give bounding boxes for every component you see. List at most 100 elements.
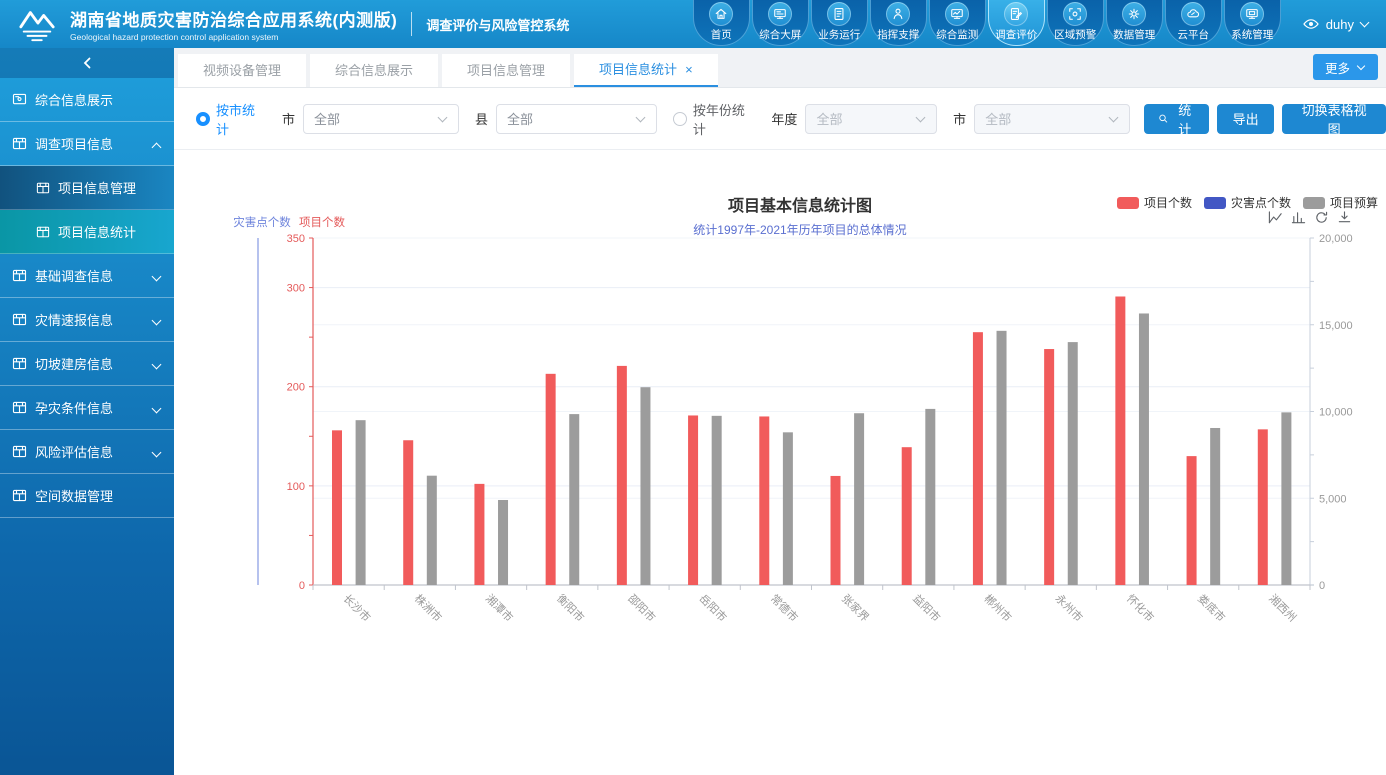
tab-1[interactable]: 综合信息展示 xyxy=(310,54,438,87)
sidebar-item-6[interactable]: 风险评估信息 xyxy=(0,430,174,474)
radio-by-city[interactable]: 按市统计 xyxy=(196,100,266,138)
bar-项目个数-永州市[interactable] xyxy=(1044,349,1054,585)
county-select[interactable]: 全部 xyxy=(496,104,657,134)
bar-项目个数-湘西州[interactable] xyxy=(1258,429,1268,585)
svg-text:郴州市: 郴州市 xyxy=(981,591,1014,624)
bar-项目个数-益阳市[interactable] xyxy=(902,447,912,585)
radio-by-year-label: 按年份统计 xyxy=(693,100,756,138)
restore-icon[interactable] xyxy=(1314,210,1329,225)
bar-项目个数-郴州市[interactable] xyxy=(973,332,983,585)
svg-text:5,000: 5,000 xyxy=(1319,493,1347,505)
nav-item-5[interactable]: 调查评价 xyxy=(988,0,1045,46)
sidebar-subitem-1-0[interactable]: 项目信息管理 xyxy=(0,166,174,210)
nav-item-2[interactable]: 业务运行 xyxy=(811,0,868,46)
tab-0[interactable]: 视频设备管理 xyxy=(178,54,306,87)
top-nav: 首页综合大屏业务运行指挥支撑综合监测调查评价区域预警数据管理云平台系统管理 xyxy=(692,0,1282,48)
svg-text:200: 200 xyxy=(287,382,305,394)
legend-item-0[interactable]: 项目个数 xyxy=(1117,194,1192,211)
radio-by-year[interactable]: 按年份统计 xyxy=(673,100,756,138)
bar-项目预算-株洲市[interactable] xyxy=(427,476,437,585)
bar-项目个数-岳阳市[interactable] xyxy=(688,415,698,585)
bar-项目预算-长沙市[interactable] xyxy=(356,420,366,585)
bar-项目个数-常德市[interactable] xyxy=(759,416,769,585)
tab-3[interactable]: 项目信息统计× xyxy=(574,54,718,87)
bar-项目预算-常德市[interactable] xyxy=(783,432,793,585)
nav-item-3[interactable]: 指挥支撑 xyxy=(870,0,927,46)
sidebar: 综合信息展示调查项目信息项目信息管理项目信息统计基础调查信息灾情速报信息切坡建房… xyxy=(0,48,174,775)
year-select[interactable]: 全部 xyxy=(805,104,937,134)
radio-icon xyxy=(673,112,687,126)
svg-text:0: 0 xyxy=(299,580,305,592)
sidebar-item-4[interactable]: 切坡建房信息 xyxy=(0,342,174,386)
screen-icon xyxy=(12,92,27,107)
bar-项目预算-张家界[interactable] xyxy=(854,413,864,585)
nav-item-6[interactable]: 区域预警 xyxy=(1047,0,1104,46)
sidebar-subitem-1-1[interactable]: 项目信息统计 xyxy=(0,210,174,254)
sidebar-item-label: 综合信息展示 xyxy=(35,90,113,109)
svg-text:灾害点个数: 灾害点个数 xyxy=(233,215,291,229)
bar-项目预算-湘潭市[interactable] xyxy=(498,500,508,585)
legend-item-1[interactable]: 灾害点个数 xyxy=(1204,194,1291,211)
sidebar-collapse-button[interactable] xyxy=(0,48,174,78)
export-button[interactable]: 导出 xyxy=(1217,104,1274,134)
bar-项目个数-株洲市[interactable] xyxy=(403,440,413,585)
chevron-down-icon xyxy=(152,271,162,281)
legend-swatch xyxy=(1204,197,1226,209)
nav-item-1[interactable]: 综合大屏 xyxy=(752,0,809,46)
sidebar-item-1[interactable]: 调查项目信息 xyxy=(0,122,174,166)
bar-项目预算-益阳市[interactable] xyxy=(925,409,935,585)
bar-项目个数-张家界[interactable] xyxy=(831,476,841,585)
sidebar-item-3[interactable]: 灾情速报信息 xyxy=(0,298,174,342)
close-icon[interactable]: × xyxy=(685,63,693,76)
svg-text:湘西州: 湘西州 xyxy=(1266,591,1299,624)
bar-项目个数-邵阳市[interactable] xyxy=(617,366,627,585)
sidebar-item-2[interactable]: 基础调查信息 xyxy=(0,254,174,298)
bar-项目个数-衡阳市[interactable] xyxy=(546,374,556,585)
bar-项目预算-衡阳市[interactable] xyxy=(569,414,579,585)
svg-text:岳阳市: 岳阳市 xyxy=(697,591,730,624)
bar-项目预算-怀化市[interactable] xyxy=(1139,313,1149,585)
download-icon[interactable] xyxy=(1337,210,1352,225)
line-chart-icon[interactable] xyxy=(1268,210,1283,225)
bar-项目个数-娄底市[interactable] xyxy=(1187,456,1197,585)
switch-table-view-button[interactable]: 切换表格视图 xyxy=(1282,104,1386,134)
svg-text:益阳市: 益阳市 xyxy=(910,591,943,624)
chart-title: 项目基本信息统计图 xyxy=(500,192,1100,216)
more-button-label: 更多 xyxy=(1325,58,1350,77)
nav-item-8[interactable]: 云平台 xyxy=(1165,0,1222,46)
bar-项目个数-湘潭市[interactable] xyxy=(474,484,484,585)
system-name: 调查评价与风险管控系统 xyxy=(426,15,569,34)
stat-button[interactable]: 统计 xyxy=(1144,104,1209,134)
bar-项目个数-怀化市[interactable] xyxy=(1115,296,1125,585)
bar-项目预算-郴州市[interactable] xyxy=(997,331,1007,585)
app-logo xyxy=(14,5,60,43)
bar-chart-icon[interactable] xyxy=(1291,210,1306,225)
sidebar-item-7[interactable]: 空间数据管理 xyxy=(0,474,174,518)
table-icon xyxy=(12,444,27,459)
sidebar-item-5[interactable]: 孕灾条件信息 xyxy=(0,386,174,430)
city2-select[interactable]: 全部 xyxy=(974,104,1130,134)
app-title-en: Geological hazard protection control app… xyxy=(70,32,397,42)
sidebar-item-0[interactable]: 综合信息展示 xyxy=(0,78,174,122)
city-select[interactable]: 全部 xyxy=(303,104,459,134)
chevron-down-icon xyxy=(1109,112,1119,122)
nav-item-label: 综合监测 xyxy=(930,27,985,42)
bar-项目个数-长沙市[interactable] xyxy=(332,430,342,585)
nav-item-4[interactable]: 综合监测 xyxy=(929,0,986,46)
nav-item-9[interactable]: 系统管理 xyxy=(1224,0,1281,46)
nav-item-7[interactable]: 数据管理 xyxy=(1106,0,1163,46)
bar-项目预算-邵阳市[interactable] xyxy=(640,387,650,585)
chevron-down-icon xyxy=(1357,62,1365,70)
bar-项目预算-湘西州[interactable] xyxy=(1281,412,1291,585)
bar-项目预算-岳阳市[interactable] xyxy=(712,416,722,585)
more-button[interactable]: 更多 xyxy=(1313,54,1378,80)
legend-item-2[interactable]: 项目预算 xyxy=(1303,194,1378,211)
nav-item-0[interactable]: 首页 xyxy=(693,0,750,46)
county-select-value: 全部 xyxy=(507,109,533,128)
bar-项目预算-永州市[interactable] xyxy=(1068,342,1078,585)
bar-项目预算-娄底市[interactable] xyxy=(1210,428,1220,585)
tab-2[interactable]: 项目信息管理 xyxy=(442,54,570,87)
user-menu[interactable]: duhy xyxy=(1302,17,1370,32)
user-name: duhy xyxy=(1326,17,1354,32)
year-select-value: 全部 xyxy=(816,109,842,128)
